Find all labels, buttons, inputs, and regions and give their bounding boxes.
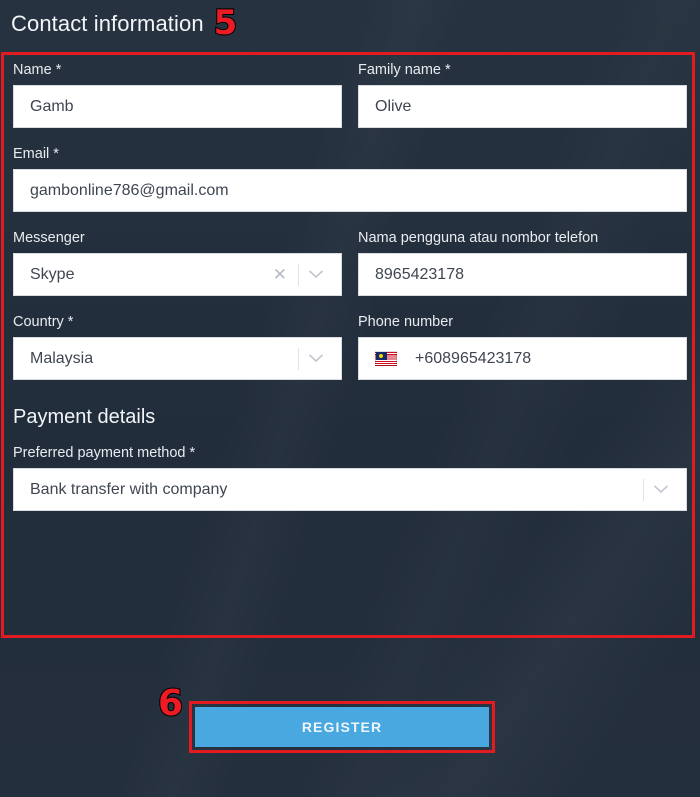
family-name-value: Olive — [375, 97, 412, 115]
name-label: Name * — [13, 62, 62, 78]
family-name-input[interactable]: Olive — [358, 85, 687, 128]
messenger-field-group: Messenger Skype ✕ — [13, 230, 342, 296]
country-field-group: Country * Malaysia — [13, 314, 342, 380]
registration-page: Contact information 5 Name * Gamb Family… — [0, 0, 700, 797]
email-row: Email * gambonline786@gmail.com — [13, 146, 687, 212]
payment-method-row: Preferred payment method * Bank transfer… — [13, 445, 687, 511]
country-phone-row: Country * Malaysia Phone number +6089654… — [13, 314, 687, 380]
chevron-down-icon[interactable] — [646, 485, 676, 494]
country-value: Malaysia — [30, 349, 94, 367]
payment-method-field-group: Preferred payment method * Bank transfer… — [13, 445, 687, 511]
annotation-marker-5: 5 — [213, 3, 239, 43]
select-divider — [643, 478, 644, 501]
messenger-value: Skype — [30, 265, 75, 283]
email-label: Email * — [13, 146, 59, 162]
phone-value: +608965423178 — [415, 349, 532, 367]
country-select[interactable]: Malaysia — [13, 337, 342, 380]
contact-form: Name * Gamb Family name * Olive Email * … — [13, 62, 687, 529]
phone-field-group: Phone number +608965423178 — [358, 314, 687, 380]
phone-label: Phone number — [358, 314, 454, 330]
messenger-row: Messenger Skype ✕ Nama pengguna atau nom… — [13, 230, 687, 296]
close-icon[interactable]: ✕ — [264, 266, 296, 283]
messenger-handle-field-group: Nama pengguna atau nombor telefon 896542… — [358, 230, 687, 296]
email-input[interactable]: gambonline786@gmail.com — [13, 169, 687, 212]
messenger-handle-input[interactable]: 8965423178 — [358, 253, 687, 296]
email-field-group: Email * gambonline786@gmail.com — [13, 146, 687, 212]
malaysia-flag-icon — [375, 351, 397, 366]
family-name-label: Family name * — [358, 62, 451, 78]
chevron-down-icon[interactable] — [301, 270, 331, 279]
messenger-handle-label: Nama pengguna atau nombor telefon — [358, 230, 599, 246]
messenger-select[interactable]: Skype ✕ — [13, 253, 342, 296]
name-row: Name * Gamb Family name * Olive — [13, 62, 687, 128]
payment-method-label: Preferred payment method * — [13, 445, 196, 461]
family-name-field-group: Family name * Olive — [358, 62, 687, 128]
register-button[interactable]: REGISTER — [195, 707, 489, 747]
payment-method-value: Bank transfer with company — [30, 480, 228, 498]
country-label: Country * — [13, 314, 74, 330]
name-value: Gamb — [30, 97, 74, 115]
messenger-label: Messenger — [13, 230, 85, 246]
email-value: gambonline786@gmail.com — [30, 181, 229, 199]
messenger-handle-value: 8965423178 — [375, 265, 464, 283]
section-header: Contact information 5 — [11, 3, 239, 43]
register-button-annotation-frame: REGISTER — [189, 701, 495, 753]
name-field-group: Name * Gamb — [13, 62, 342, 128]
select-divider — [298, 263, 299, 286]
payment-details-heading: Payment details — [13, 406, 156, 428]
select-divider — [298, 347, 299, 370]
phone-input[interactable]: +608965423178 — [358, 337, 687, 380]
payment-method-select[interactable]: Bank transfer with company — [13, 468, 687, 511]
annotation-marker-6: 6 — [157, 683, 184, 724]
chevron-down-icon[interactable] — [301, 354, 331, 363]
name-input[interactable]: Gamb — [13, 85, 342, 128]
page-title: Contact information — [11, 11, 204, 36]
